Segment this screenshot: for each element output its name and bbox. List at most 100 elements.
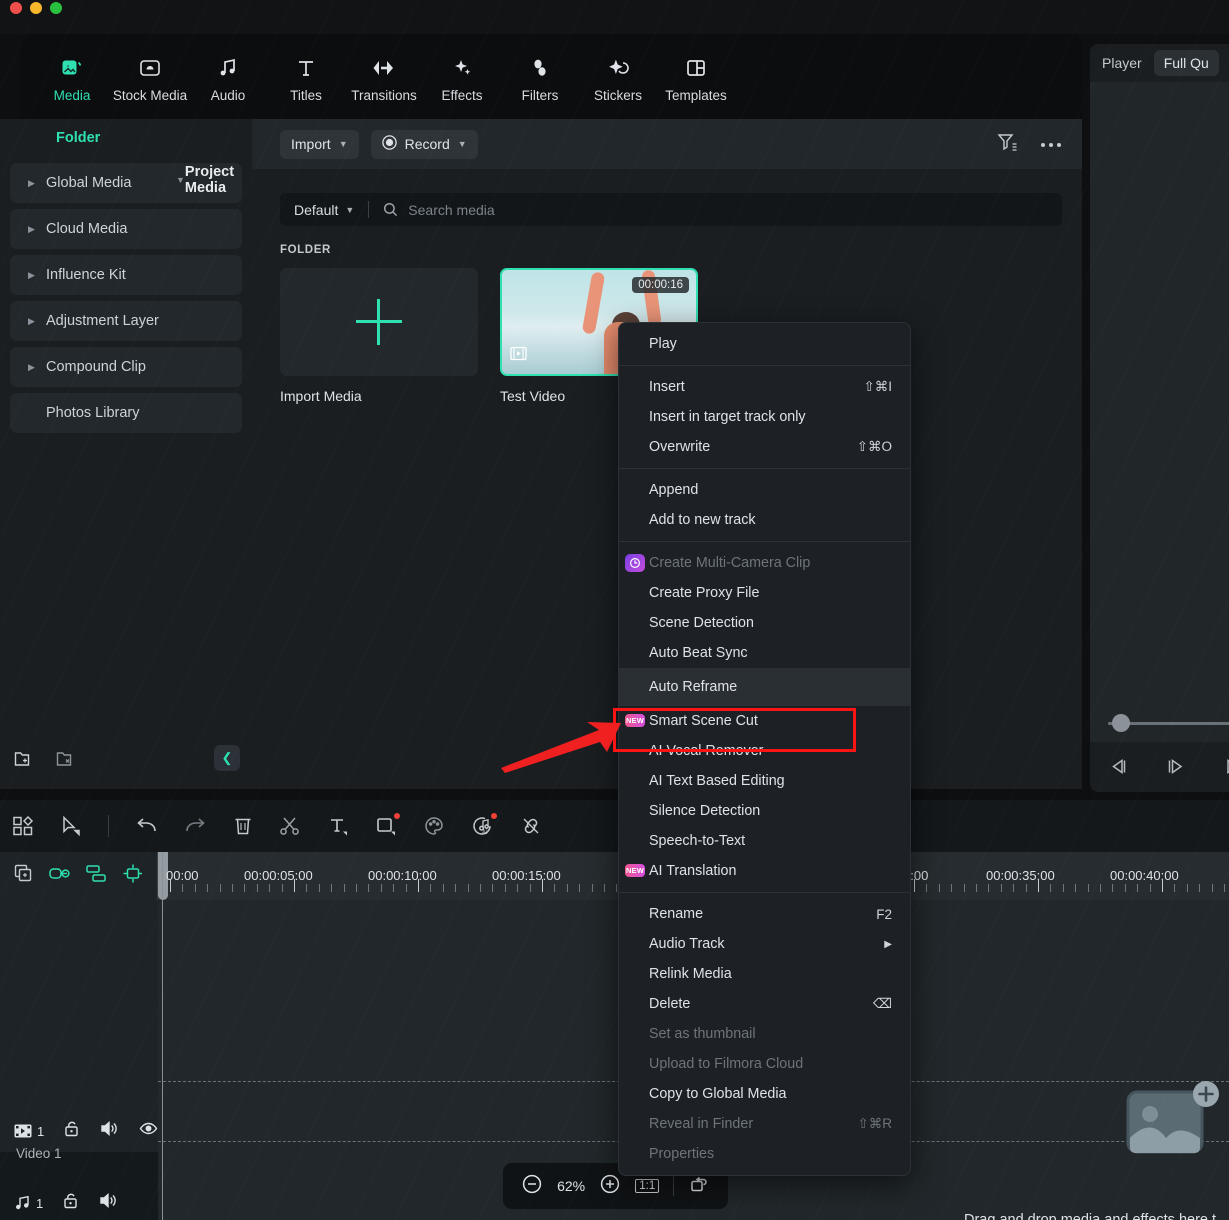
menu-item-insert-in-target-track-only[interactable]: Insert in target track only: [619, 402, 910, 432]
menu-item-silence-detection[interactable]: Silence Detection: [619, 796, 910, 826]
nav-tab-transitions[interactable]: Transitions: [346, 51, 422, 103]
menu-item-insert[interactable]: Insert ⇧⌘I: [619, 372, 910, 402]
ruler-tick: [430, 884, 431, 892]
link-icon[interactable]: [49, 864, 70, 888]
nav-tab-stickers[interactable]: Stickers: [580, 51, 656, 103]
ruler-tick: [1150, 884, 1151, 892]
nav-tab-titles[interactable]: Titles: [268, 51, 344, 103]
sidebar-item-influence-kit[interactable]: ▶ Influence Kit: [10, 255, 242, 295]
ruler-tick: [182, 884, 183, 892]
visibility-icon[interactable]: [139, 1121, 158, 1141]
track-header-video-1[interactable]: 1: [0, 1120, 158, 1142]
ruler-tick: [232, 884, 233, 892]
menu-item-smart-scene-cut[interactable]: NEW Smart Scene Cut: [619, 706, 910, 736]
ruler-tick: [356, 884, 357, 892]
new-indicator-dot: [394, 813, 400, 819]
next-frame-button[interactable]: [1222, 756, 1229, 782]
select-tool-icon[interactable]: [60, 815, 82, 837]
more-options-icon[interactable]: [1040, 135, 1062, 153]
mute-icon[interactable]: [99, 1192, 118, 1214]
media-search-bar: Default ▼: [280, 193, 1062, 226]
nav-tab-templates[interactable]: Templates: [658, 51, 734, 103]
menu-item-ai-text-based-editing[interactable]: AI Text Based Editing: [619, 766, 910, 796]
group-icon[interactable]: [86, 864, 107, 888]
minimize-window-button[interactable]: [30, 2, 42, 14]
menu-item-copy-to-global-media[interactable]: Copy to Global Media: [619, 1079, 910, 1109]
import-media-placeholder[interactable]: [280, 268, 478, 376]
clip-context-menu[interactable]: Play Insert ⇧⌘I Insert in target track o…: [618, 322, 911, 1176]
grid-view-icon[interactable]: [12, 815, 34, 837]
menu-item-relink-media[interactable]: Relink Media: [619, 959, 910, 989]
nav-tab-filters[interactable]: Filters: [502, 51, 578, 103]
close-window-button[interactable]: [10, 2, 22, 14]
zoom-in-icon[interactable]: [599, 1173, 621, 1200]
menu-item-play[interactable]: Play: [619, 329, 910, 359]
quality-selector[interactable]: Full Qu: [1154, 50, 1219, 76]
player-tab-label[interactable]: Player: [1102, 55, 1142, 71]
add-marker-icon[interactable]: [14, 864, 33, 888]
sidebar-item-compound-clip[interactable]: ▶ Compound Clip: [10, 347, 242, 387]
menu-item-scene-detection[interactable]: Scene Detection: [619, 608, 910, 638]
menu-item-overwrite[interactable]: Overwrite ⇧⌘O: [619, 432, 910, 462]
menu-item-auto-reframe[interactable]: Auto Reframe: [619, 668, 910, 706]
crop-tool-icon[interactable]: [375, 815, 397, 837]
sidebar-item-photos-library[interactable]: Photos Library: [10, 393, 242, 433]
unlink-icon[interactable]: [520, 815, 542, 837]
media-section-label: FOLDER: [280, 244, 1082, 256]
split-icon[interactable]: [279, 815, 301, 837]
menu-item-delete[interactable]: Delete ⌫: [619, 989, 910, 1019]
sidebar-item-cloud-media[interactable]: ▶ Cloud Media: [10, 209, 242, 249]
collapse-panel-icon[interactable]: ❮: [214, 745, 240, 771]
nav-tab-effects[interactable]: Effects: [424, 51, 500, 103]
maximize-window-button[interactable]: [50, 2, 62, 14]
play-button[interactable]: [1165, 756, 1186, 782]
ai-audio-icon[interactable]: AI: [471, 815, 494, 837]
ruler-tick: [1063, 884, 1064, 892]
menu-item-ai-translation[interactable]: NEW AI Translation: [619, 856, 910, 886]
filter-icon[interactable]: [997, 132, 1018, 157]
record-label: Record: [405, 136, 450, 152]
unlock-icon[interactable]: [64, 1120, 80, 1142]
track-header-audio-1[interactable]: 1: [0, 1192, 158, 1214]
fit-ratio-button[interactable]: 1:1: [635, 1179, 659, 1193]
redo-icon[interactable]: [184, 815, 207, 837]
menu-item-audio-track[interactable]: Audio Track ▶: [619, 929, 910, 959]
new-folder-icon[interactable]: [14, 750, 34, 773]
snap-icon[interactable]: [123, 864, 143, 888]
sort-dropdown[interactable]: Default ▼: [294, 202, 354, 218]
undo-icon[interactable]: [135, 815, 158, 837]
text-tool-icon[interactable]: [327, 815, 349, 837]
nav-tab-media[interactable]: Media: [34, 51, 110, 103]
video-type-icon: [510, 346, 527, 366]
menu-item-label: AI Text Based Editing: [649, 773, 785, 789]
menu-item-append[interactable]: Append: [619, 475, 910, 505]
menu-item-add-to-new-track[interactable]: Add to new track: [619, 505, 910, 535]
unlock-icon[interactable]: [63, 1192, 79, 1214]
nav-tab-audio[interactable]: Audio: [190, 51, 266, 103]
ruler-tick: [294, 879, 295, 892]
color-palette-icon[interactable]: [423, 815, 445, 837]
prev-frame-button[interactable]: [1108, 756, 1129, 782]
render-preview-icon[interactable]: [688, 1173, 710, 1200]
menu-item-auto-beat-sync[interactable]: Auto Beat Sync: [619, 638, 910, 668]
ruler-tick: [926, 884, 927, 892]
sidebar-item-folder[interactable]: Folder: [0, 119, 252, 157]
zoom-out-icon[interactable]: [521, 1173, 543, 1200]
menu-item-create-proxy-file[interactable]: Create Proxy File: [619, 578, 910, 608]
menu-item-speech-to-text[interactable]: Speech-to-Text: [619, 826, 910, 856]
transitions-icon: [371, 55, 397, 81]
delete-folder-icon[interactable]: [56, 750, 76, 773]
record-button[interactable]: Record ▼: [371, 130, 478, 159]
sidebar-item-adjustment-layer[interactable]: ▶ Adjustment Layer: [10, 301, 242, 341]
sidebar-item-project-media[interactable]: ▼ Project Media: [158, 167, 186, 193]
search-input[interactable]: [408, 202, 1048, 218]
import-button[interactable]: Import ▼: [280, 130, 359, 159]
chevron-right-icon: ▶: [28, 224, 46, 235]
menu-item-ai-vocal-remover[interactable]: AI Vocal Remover: [619, 736, 910, 766]
playback-scrubber-knob[interactable]: [1112, 714, 1130, 732]
delete-icon[interactable]: [233, 815, 253, 837]
sidebar-item-label: Adjustment Layer: [46, 313, 159, 329]
nav-tab-stock-media[interactable]: Stock Media: [112, 51, 188, 103]
menu-item-rename[interactable]: Rename F2: [619, 899, 910, 929]
mute-icon[interactable]: [100, 1120, 119, 1142]
